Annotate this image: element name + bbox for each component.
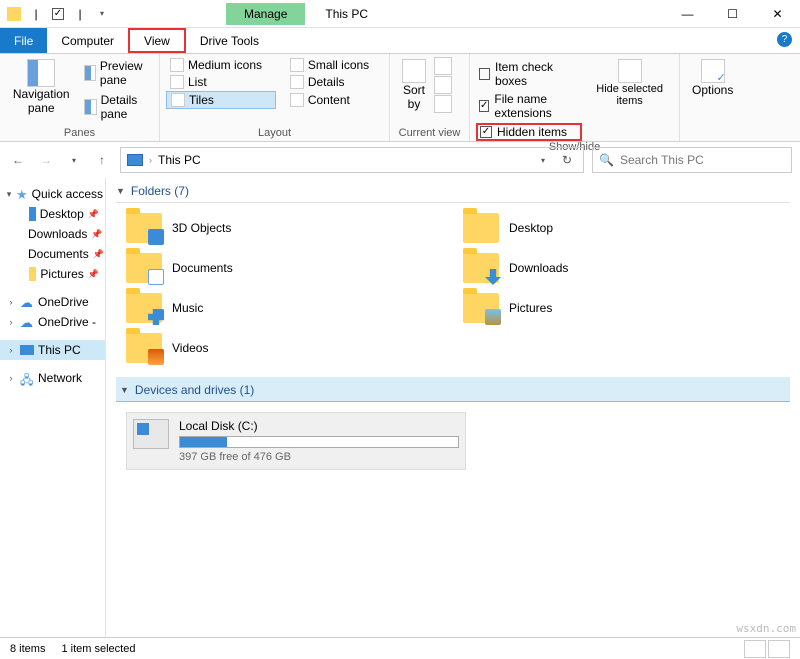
navigation-pane-label: Navigation pane	[10, 87, 72, 115]
address-location: This PC	[158, 153, 201, 167]
minimize-button[interactable]: —	[665, 0, 710, 28]
navigation-tree: ▾★Quick accessDesktop📌Downloads📌Document…	[0, 178, 106, 637]
folder-pictures[interactable]: Pictures	[463, 293, 780, 323]
add-columns-button[interactable]	[434, 76, 452, 94]
preview-pane-icon	[84, 65, 95, 81]
checkbox-icon: ✓	[480, 126, 492, 138]
sort-icon	[402, 59, 426, 83]
status-item-count: 8 items	[10, 643, 45, 655]
details-pane-button[interactable]: Details pane	[80, 91, 153, 123]
address-bar[interactable]: › This PC ▾ ↻	[120, 147, 584, 173]
options-icon	[701, 59, 725, 83]
back-button[interactable]: ←	[8, 150, 28, 170]
hide-icon	[618, 59, 642, 83]
drive-item[interactable]: Local Disk (C:)397 GB free of 476 GB	[126, 412, 466, 470]
large-icons-view-button[interactable]	[768, 640, 790, 658]
window-title: This PC	[325, 7, 368, 21]
close-button[interactable]: ✕	[755, 0, 800, 28]
preview-pane-button[interactable]: Preview pane	[80, 57, 153, 89]
navigation-pane-button[interactable]: Navigation pane	[6, 57, 76, 123]
details-pane-icon	[84, 99, 96, 115]
group-header-drives[interactable]: ▼ Devices and drives (1)	[116, 377, 790, 402]
tree-item-documents[interactable]: Documents📌	[0, 244, 105, 264]
search-input[interactable]: 🔍 Search This PC	[592, 147, 792, 173]
folder-documents[interactable]: Documents	[126, 253, 443, 283]
navigation-pane-icon	[27, 59, 55, 87]
layout-details[interactable]: Details	[286, 74, 383, 90]
status-selected-count: 1 item selected	[61, 643, 135, 655]
layout-list[interactable]: List	[166, 74, 276, 90]
address-dropdown-button[interactable]: ▾	[533, 150, 553, 170]
checkbox-icon: ✓	[479, 100, 489, 112]
refresh-button[interactable]: ↻	[557, 150, 577, 170]
file-name-extensions-checkbox[interactable]: ✓File name extensions	[476, 91, 582, 121]
folder-downloads[interactable]: Downloads	[463, 253, 780, 283]
layout-medium-icons[interactable]: Medium icons	[166, 57, 276, 73]
size-columns-button[interactable]	[434, 95, 452, 113]
details-view-button[interactable]	[744, 640, 766, 658]
tree-item-downloads[interactable]: Downloads📌	[0, 224, 105, 244]
tree-item-network[interactable]: ›🖧Network	[0, 368, 105, 388]
tree-item-this-pc[interactable]: ›This PC	[0, 340, 105, 360]
tree-item-quick-access[interactable]: ▾★Quick access	[0, 184, 105, 204]
folders-title: Folders (7)	[131, 184, 189, 198]
checkbox-icon[interactable]: ✓	[50, 6, 66, 22]
up-button[interactable]: ↑	[92, 150, 112, 170]
tree-item-onedrive--[interactable]: ›☁OneDrive -	[0, 312, 105, 332]
hide-selected-button[interactable]: Hide selected items	[586, 57, 673, 141]
checkbox-icon	[479, 68, 490, 80]
group-header-folders[interactable]: ▼ Folders (7)	[116, 178, 790, 203]
sort-by-button[interactable]: Sort by	[396, 57, 432, 113]
context-tab-manage[interactable]: Manage	[226, 3, 305, 25]
divider: |	[72, 6, 88, 22]
dropdown-icon[interactable]: ▾	[94, 6, 110, 22]
folder-desktop[interactable]: Desktop	[463, 213, 780, 243]
hidden-items-checkbox[interactable]: ✓Hidden items	[476, 123, 582, 141]
folder-icon	[6, 6, 22, 22]
group-by-button[interactable]	[434, 57, 452, 75]
tab-file[interactable]: File	[0, 28, 47, 53]
folder-videos[interactable]: Videos	[126, 333, 443, 363]
tree-item-onedrive[interactable]: ›☁OneDrive	[0, 292, 105, 312]
chevron-down-icon: ▼	[120, 385, 129, 395]
item-check-boxes-checkbox[interactable]: Item check boxes	[476, 59, 582, 89]
layout-content[interactable]: Content	[286, 91, 383, 109]
tree-item-desktop[interactable]: Desktop📌	[0, 204, 105, 224]
chevron-down-icon: ▼	[116, 186, 125, 196]
recent-locations-button[interactable]: ▾	[64, 150, 84, 170]
group-label-layout: Layout	[166, 127, 383, 141]
search-icon: 🔍	[599, 153, 614, 167]
divider: |	[28, 6, 44, 22]
search-placeholder: Search This PC	[620, 153, 704, 167]
drives-title: Devices and drives (1)	[135, 383, 254, 397]
tab-drive-tools[interactable]: Drive Tools	[186, 28, 273, 53]
help-icon[interactable]: ?	[777, 32, 792, 47]
folder-3d-objects[interactable]: 3D Objects	[126, 213, 443, 243]
options-button[interactable]: Options	[686, 57, 739, 99]
layout-small-icons[interactable]: Small icons	[286, 57, 383, 73]
tab-computer[interactable]: Computer	[47, 28, 128, 53]
tab-view[interactable]: View	[128, 28, 186, 53]
watermark: wsxdn.com	[736, 622, 796, 635]
group-label-current-view: Current view	[396, 127, 463, 141]
layout-tiles[interactable]: Tiles	[166, 91, 276, 109]
group-label-panes: Panes	[6, 127, 153, 141]
pc-icon	[127, 154, 143, 166]
maximize-button[interactable]: ☐	[710, 0, 755, 28]
forward-button[interactable]: →	[36, 150, 56, 170]
tree-item-pictures[interactable]: Pictures📌	[0, 264, 105, 284]
folder-music[interactable]: Music	[126, 293, 443, 323]
